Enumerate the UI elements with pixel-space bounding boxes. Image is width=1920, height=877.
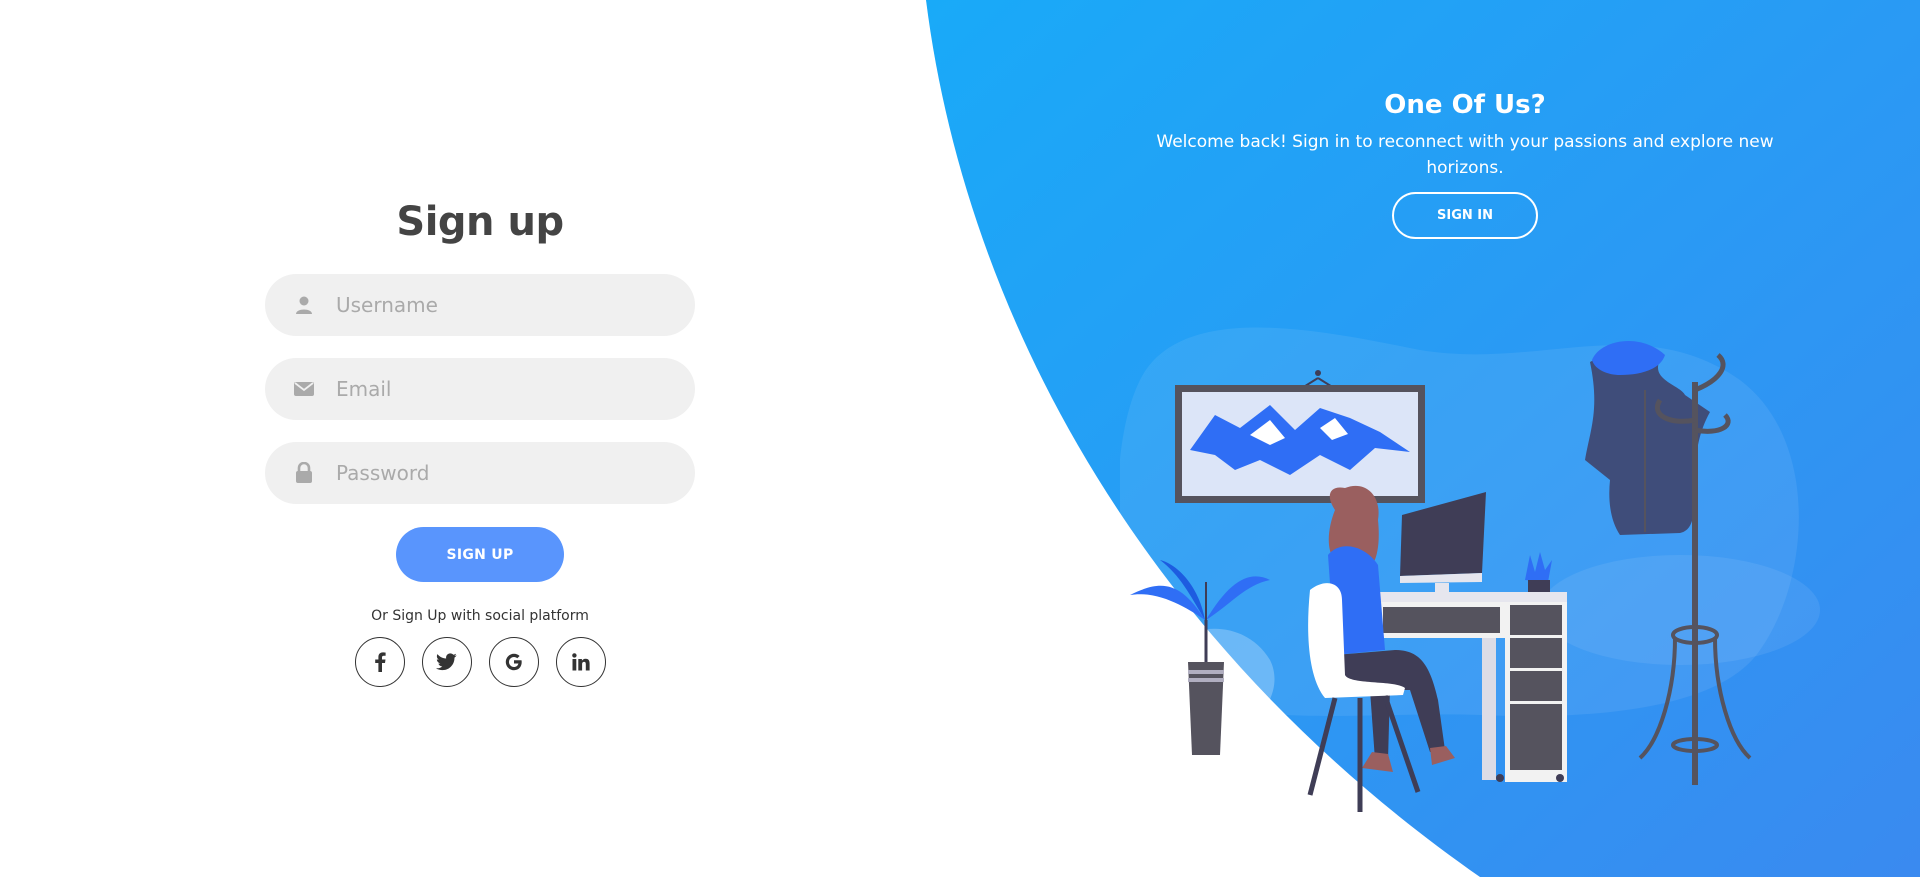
signup-form: Sign up Username Email SIGN UP Or Sign U…: [265, 190, 695, 687]
facebook-icon: [374, 652, 386, 672]
email-input[interactable]: [336, 369, 666, 409]
social-buttons: [265, 637, 695, 687]
twitter-button[interactable]: [421, 637, 472, 687]
google-icon: [505, 653, 522, 671]
workspace-illustration: [1120, 327, 1820, 812]
user-icon: [292, 293, 316, 317]
form-title: Sign up: [396, 199, 564, 245]
coat-blob: [1540, 555, 1820, 665]
social-text: Or Sign Up with social platform: [371, 608, 589, 624]
panel-title: One Of Us?: [1384, 90, 1546, 120]
facebook-button[interactable]: [354, 637, 405, 687]
username-field: [265, 274, 695, 336]
password-input[interactable]: [336, 453, 666, 493]
signup-button[interactable]: SIGN UP: [396, 527, 564, 582]
linkedin-button[interactable]: [555, 637, 606, 687]
form-fields: [265, 274, 695, 504]
lock-icon: [292, 461, 316, 485]
linkedin-icon: [571, 653, 590, 671]
signin-button[interactable]: SIGN IN: [1392, 192, 1538, 239]
mountain-picture: [1175, 370, 1425, 503]
password-field: [265, 442, 695, 504]
panel-text: Welcome back! Sign in to reconnect with …: [1156, 132, 1774, 178]
plant-shadow: [1152, 753, 1272, 771]
twitter-icon: [436, 653, 457, 671]
username-input[interactable]: [336, 285, 666, 325]
email-field: [265, 358, 695, 420]
right-panel: One Of Us? Welcome back! Sign in to reco…: [1145, 85, 1785, 239]
envelope-icon: [292, 377, 316, 401]
google-button[interactable]: [488, 637, 539, 687]
signup-page: Sign up Username Email SIGN UP Or Sign U…: [0, 0, 1920, 877]
